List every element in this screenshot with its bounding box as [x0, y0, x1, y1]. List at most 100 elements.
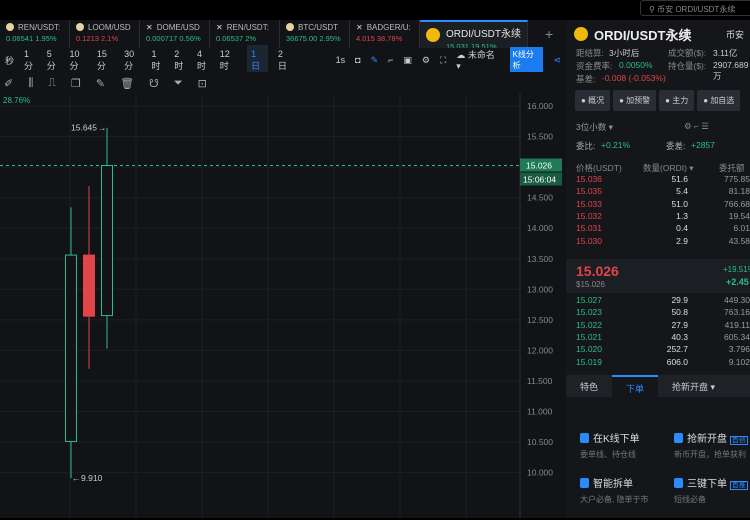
header-amount: 委托额: [719, 163, 745, 173]
interval-2[interactable]: 5分: [47, 49, 60, 72]
symbol-tab[interactable]: ORDI/USDT永续 15.031 19.51%: [420, 20, 528, 48]
y-tick-label: 14.500: [527, 193, 553, 203]
order-row[interactable]: 15.031 0.4 6.01: [576, 223, 750, 235]
panel-button-2[interactable]: ● 主力: [659, 90, 695, 111]
alarm-icon: ●: [619, 96, 624, 105]
interval-6[interactable]: 1时: [151, 49, 164, 72]
order-row[interactable]: 15.036 51.6 775.85: [576, 174, 750, 186]
y-tick-label: 12.000: [527, 345, 553, 355]
close-icon[interactable]: ✕: [146, 23, 153, 32]
camera-icon[interactable]: ◘: [355, 55, 360, 65]
bottom-tab-1[interactable]: 下单: [612, 375, 659, 397]
oi-label: 持仓量($):: [668, 61, 707, 71]
tab-price: 0.06541: [6, 34, 34, 43]
close-icon[interactable]: ✕: [356, 23, 363, 32]
order-row[interactable]: 15.021 40.3 605.34: [576, 332, 750, 344]
feature-item[interactable]: 在K线下单 委单线、持仓线: [580, 430, 640, 460]
speed-button[interactable]: 1s: [336, 55, 346, 65]
candle-body: [83, 254, 95, 317]
cloud-icon[interactable]: ☁ 未命名 ▾: [456, 48, 499, 72]
kline-analysis-button[interactable]: K线分析: [509, 47, 544, 73]
feature-item[interactable]: 抢新开盘 首创 新币开盘，抢单获利: [674, 430, 748, 460]
interval-7[interactable]: 2时: [174, 49, 187, 72]
fullscreen-icon[interactable]: ⛶: [440, 55, 446, 66]
brush-icon[interactable]: ✐: [4, 77, 13, 90]
right-panel: ORDI/USDT永续 币安 距结算: 3小时后 成交额($): 3.11亿 资金费率…: [566, 20, 750, 518]
orderbook-settings-icon[interactable]: ⚙ ⌐ ☰: [684, 121, 709, 132]
order-row[interactable]: 15.022 27.9 419.11: [576, 320, 750, 332]
tab-price: 0.1213: [76, 34, 99, 43]
plus-icon: ●: [703, 96, 709, 105]
feature-item[interactable]: 三键下单 首推 短线必备: [674, 475, 748, 505]
interval-5[interactable]: 30分: [124, 49, 141, 72]
chart-area[interactable]: 16.00015.50015.00014.50014.00013.50013.0…: [0, 94, 566, 518]
panel-button-1[interactable]: ● 加预警: [613, 90, 657, 111]
bottom-tab-2[interactable]: 抢新开盘 ▾: [658, 375, 729, 397]
coin-icon: [286, 23, 294, 31]
feature-icon: [580, 478, 589, 488]
decimals-select[interactable]: 3位小数 ▾: [576, 121, 613, 133]
interval-toolbar: 秒 1分 5分 10分 15分 30分 1时 2时 4时 12时 1日 2日 1s ◘ ✎ ⌐ ▣ ⚙…: [0, 44, 566, 76]
interval-11[interactable]: 2日: [278, 49, 291, 72]
order-row[interactable]: 15.020 252.7 3.796: [576, 344, 750, 356]
order-row[interactable]: 15.032 1.3 19.54: [576, 211, 750, 223]
ratio-label: 委比:: [576, 141, 596, 151]
symbol-tab[interactable]: ✕ BADGER/U: 4.015 38.78%: [350, 20, 420, 48]
feature-icon: [674, 433, 683, 443]
volume-label: 成交额($):: [668, 48, 707, 58]
volume-value: 3.11亿: [713, 48, 738, 58]
crop-icon[interactable]: ⌐: [388, 55, 393, 65]
panel-button-3[interactable]: ● 加自选: [697, 90, 741, 111]
layout-icon[interactable]: ▣: [403, 55, 412, 66]
filter-icon[interactable]: ⏷: [174, 77, 183, 90]
feature-item[interactable]: 智能拆单 大户必备, 隐单于市: [580, 475, 648, 505]
interval-8[interactable]: 4时: [197, 49, 210, 72]
interval-10[interactable]: 1日: [247, 44, 268, 76]
bottom-tab-0[interactable]: 特色: [566, 375, 612, 397]
interval-1[interactable]: 1分: [24, 49, 37, 72]
y-tick-label: 16.000: [527, 101, 553, 111]
order-row[interactable]: 15.035 5.4 81.18: [576, 186, 750, 198]
tab-price: 36675.00: [286, 34, 318, 43]
y-tick-label: 12.500: [527, 315, 553, 325]
order-row[interactable]: 15.027 29.9 449.30: [576, 295, 750, 307]
coin-icon: [6, 23, 14, 31]
order-row[interactable]: 15.019 606.0 9.102: [576, 357, 750, 369]
drawing-toolbar: ✐ ⫼ ⎍ ❐ ✎ 🗑︎ ☋ ⏷ ⊡: [0, 72, 566, 94]
copy-icon[interactable]: ❐: [71, 77, 81, 90]
exchange-label: 币安: [726, 30, 745, 40]
settings-icon[interactable]: ⚙: [422, 55, 430, 66]
basis-label: 基差:: [576, 74, 596, 84]
close-icon[interactable]: ✕: [216, 23, 223, 32]
magnet-icon[interactable]: ☋: [149, 77, 159, 90]
header-price: 价格(USDT): [576, 163, 622, 173]
trash-icon[interactable]: 🗑︎: [120, 77, 134, 90]
coin-icon: [76, 23, 84, 31]
tab-change: 38.78%: [376, 34, 403, 43]
candle-body: [65, 254, 77, 442]
binance-icon: [426, 28, 440, 42]
order-row[interactable]: 15.030 2.9 43.58: [576, 236, 750, 248]
settle-label: 距结算:: [576, 48, 604, 58]
interval-9[interactable]: 12时: [220, 49, 237, 72]
diff-label: 委差:: [666, 141, 686, 151]
indicator-icon[interactable]: ⎍: [48, 77, 56, 90]
order-row[interactable]: 15.033 51.0 766.68: [576, 199, 750, 211]
panel-button-0[interactable]: ● 概况: [575, 90, 611, 111]
tab-change: 0.56%: [179, 34, 201, 43]
indicator-value: 28.76%: [3, 96, 31, 105]
action-buttons: ● 概况 ● 加预警 ● 主力 ● 加自选: [575, 90, 741, 111]
header-qty[interactable]: 数量(ORDI) ▾: [643, 162, 694, 174]
share-icon[interactable]: ⋖: [553, 55, 561, 66]
interval-0[interactable]: 秒: [5, 54, 14, 67]
interval-3[interactable]: 10分: [70, 49, 87, 72]
candle-icon[interactable]: ⫼: [28, 77, 33, 90]
tab-symbol: REN/USDT:: [226, 23, 269, 32]
pen-icon[interactable]: ✎: [371, 55, 379, 66]
interval-4[interactable]: 15分: [97, 49, 114, 72]
edit-icon[interactable]: ✎: [96, 77, 105, 90]
lock-icon[interactable]: ⊡: [198, 77, 207, 90]
order-row[interactable]: 15.023 50.8 763.16: [576, 307, 750, 319]
search-input[interactable]: ⚲ 币安 ORDI/USDT永续: [640, 0, 750, 16]
add-tab-button[interactable]: +: [545, 26, 553, 42]
